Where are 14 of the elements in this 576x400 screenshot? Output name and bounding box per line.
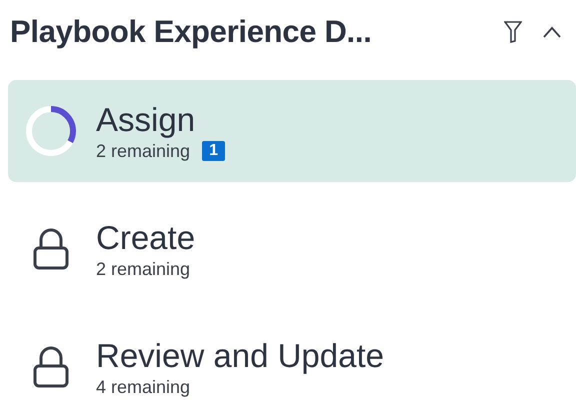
- step-item[interactable]: Assign 2 remaining 1: [8, 80, 576, 182]
- panel-title: Playbook Experience D...: [10, 14, 372, 50]
- collapse-chevron-icon[interactable]: [542, 26, 562, 38]
- progress-ring-icon: [24, 104, 78, 158]
- remaining-count: 4 remaining: [96, 376, 190, 398]
- count-badge: 1: [202, 141, 225, 161]
- filter-icon[interactable]: [504, 21, 522, 43]
- step-label: Create: [96, 218, 196, 256]
- remaining-count: 2 remaining: [96, 140, 190, 162]
- step-label: Review and Update: [96, 336, 384, 374]
- step-label: Assign: [96, 100, 196, 138]
- step-item[interactable]: Review and Update 4 remaining: [8, 316, 576, 400]
- remaining-count: 2 remaining: [96, 258, 190, 280]
- step-item[interactable]: Create 2 remaining: [8, 198, 576, 300]
